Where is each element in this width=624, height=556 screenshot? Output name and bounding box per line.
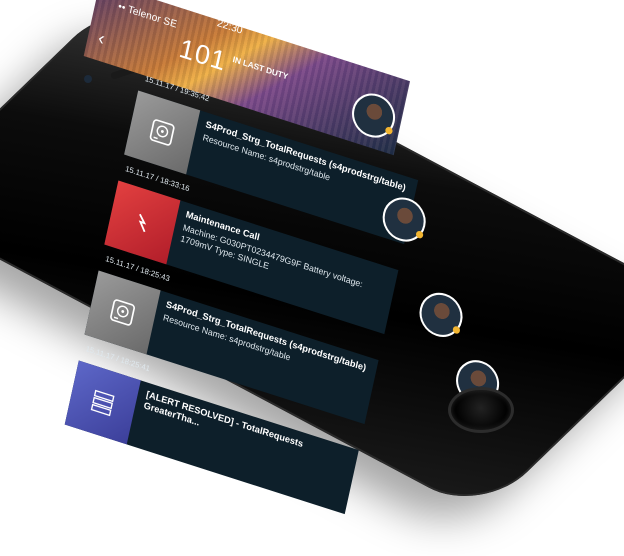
carrier-label: •• Telenor SE — [116, 1, 178, 31]
status-time: 22:30 — [216, 17, 244, 37]
app-screen: •• Telenor SE 22:30 ‹ 101 IN LAST DUTY 1… — [8, 0, 570, 552]
alert-detail: Resource Name: s4prodstrg/table — [162, 311, 292, 363]
avatar — [415, 287, 467, 343]
home-button[interactable] — [448, 387, 514, 433]
alert-count: 101 — [176, 32, 230, 78]
alert-count-label: IN LAST DUTY — [231, 54, 289, 82]
back-arrow-icon[interactable]: ‹ — [96, 27, 106, 50]
